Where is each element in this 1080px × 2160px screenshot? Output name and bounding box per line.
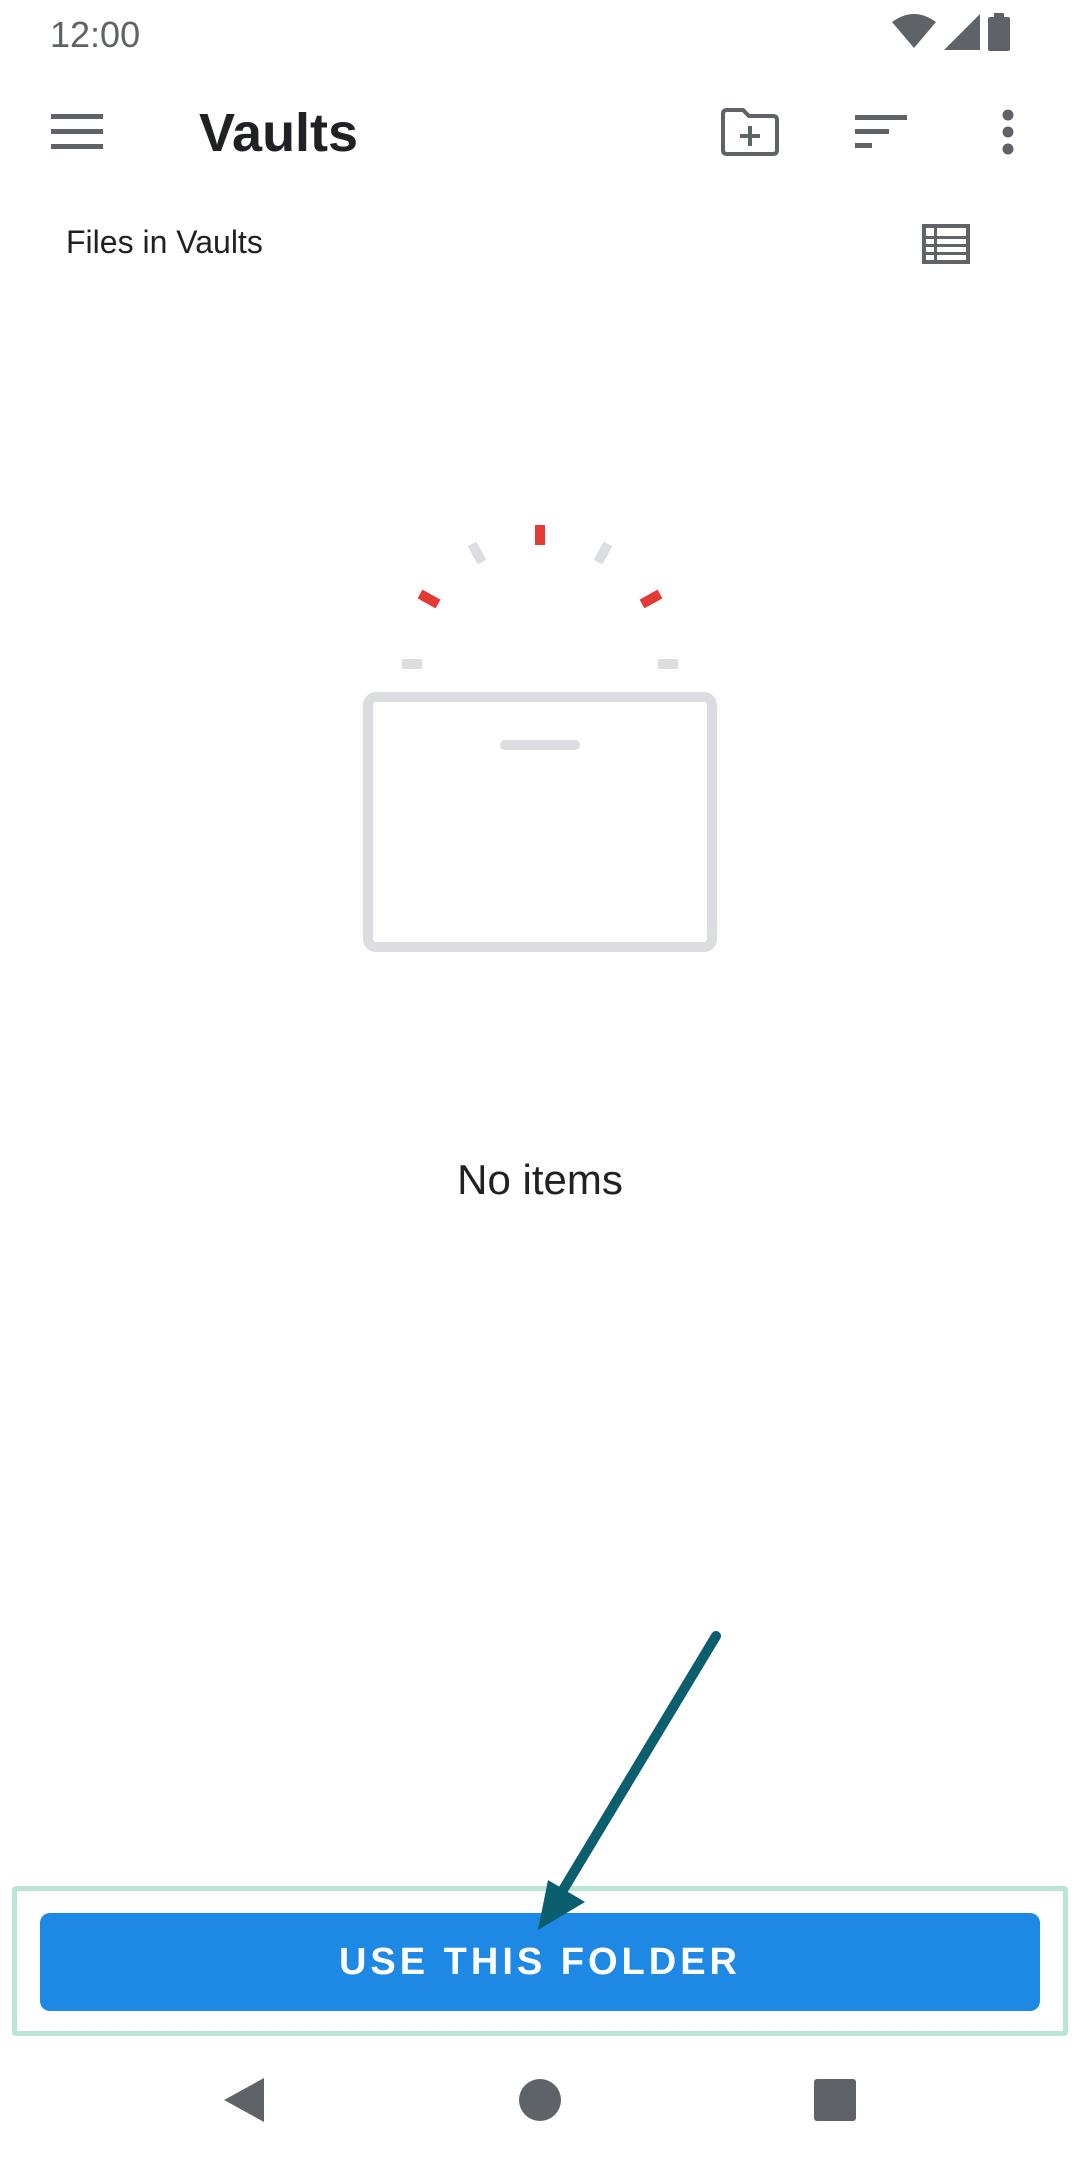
back-icon[interactable] [184, 2040, 304, 2160]
more-vert-icon[interactable] [960, 84, 1056, 180]
status-icons [892, 12, 1010, 56]
empty-folder-illustration [360, 515, 720, 955]
list-view-icon[interactable] [898, 196, 994, 292]
system-nav-bar [0, 2040, 1080, 2160]
subheader: Files in Vaults [0, 202, 1080, 282]
annotation-arrow [538, 1631, 721, 1930]
section-label: Files in Vaults [66, 224, 263, 260]
recents-icon[interactable] [775, 2040, 895, 2160]
sort-icon[interactable] [833, 84, 929, 180]
home-icon[interactable] [480, 2040, 600, 2160]
create-folder-icon[interactable] [702, 84, 798, 180]
status-time: 12:00 [50, 14, 141, 55]
app-bar: Vaults [0, 66, 1080, 202]
status-bar: 12:00 [0, 0, 1080, 66]
cellular-signal-icon [944, 13, 980, 55]
hamburger-menu-icon[interactable] [29, 84, 125, 180]
page-title: Vaults [199, 103, 359, 163]
empty-state-text: No items [457, 1156, 623, 1203]
wifi-icon [892, 13, 936, 55]
use-this-folder-button[interactable]: USE THIS FOLDER [40, 1913, 1040, 2011]
battery-icon [988, 12, 1010, 56]
